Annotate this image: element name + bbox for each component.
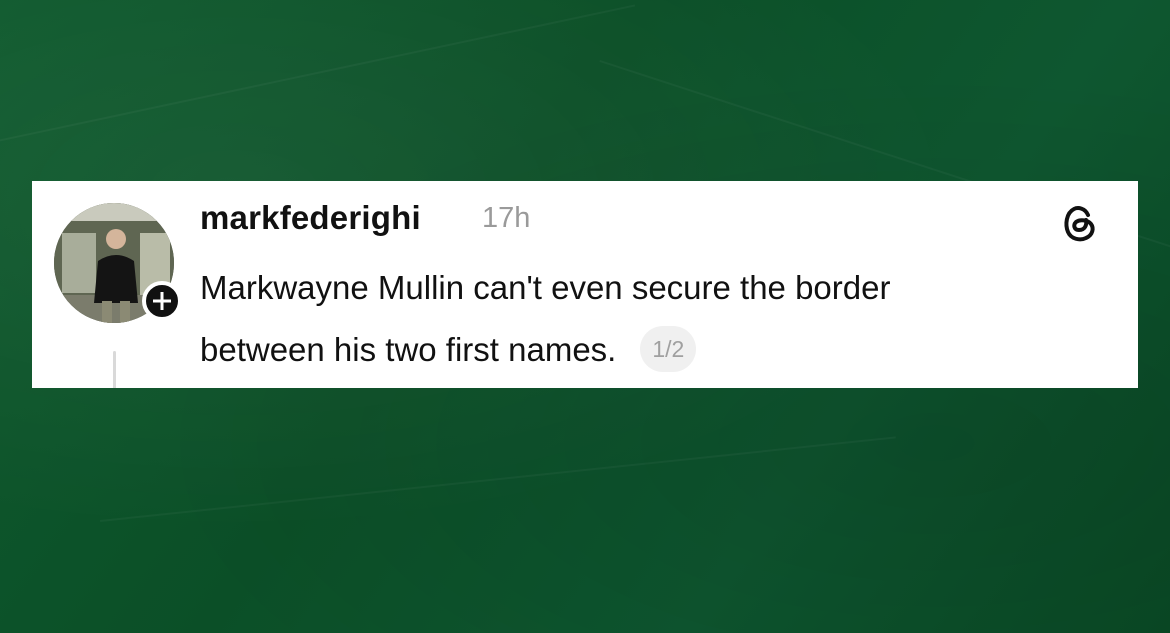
post-text-line-2: between his two first names. 1/2 [200,319,1110,381]
post-text-line-1: Markwayne Mullin can't even secure the b… [200,269,891,306]
thread-connector-line [113,351,116,388]
username-link[interactable]: markfederighi [200,199,421,237]
thread-page-indicator: 1/2 [640,326,697,372]
post-timestamp: 17h [482,202,531,234]
follow-button[interactable] [142,281,182,321]
post-text: Markwayne Mullin can't even secure the b… [200,257,1110,381]
background-texture [100,436,896,522]
post-text-line-2-content: between his two first names. [200,331,617,368]
threads-logo-icon[interactable] [1058,201,1102,245]
plus-icon [153,292,171,310]
threads-post-card: markfederighi 17h Markwayne Mullin can't… [32,181,1138,388]
background-texture [0,4,636,152]
